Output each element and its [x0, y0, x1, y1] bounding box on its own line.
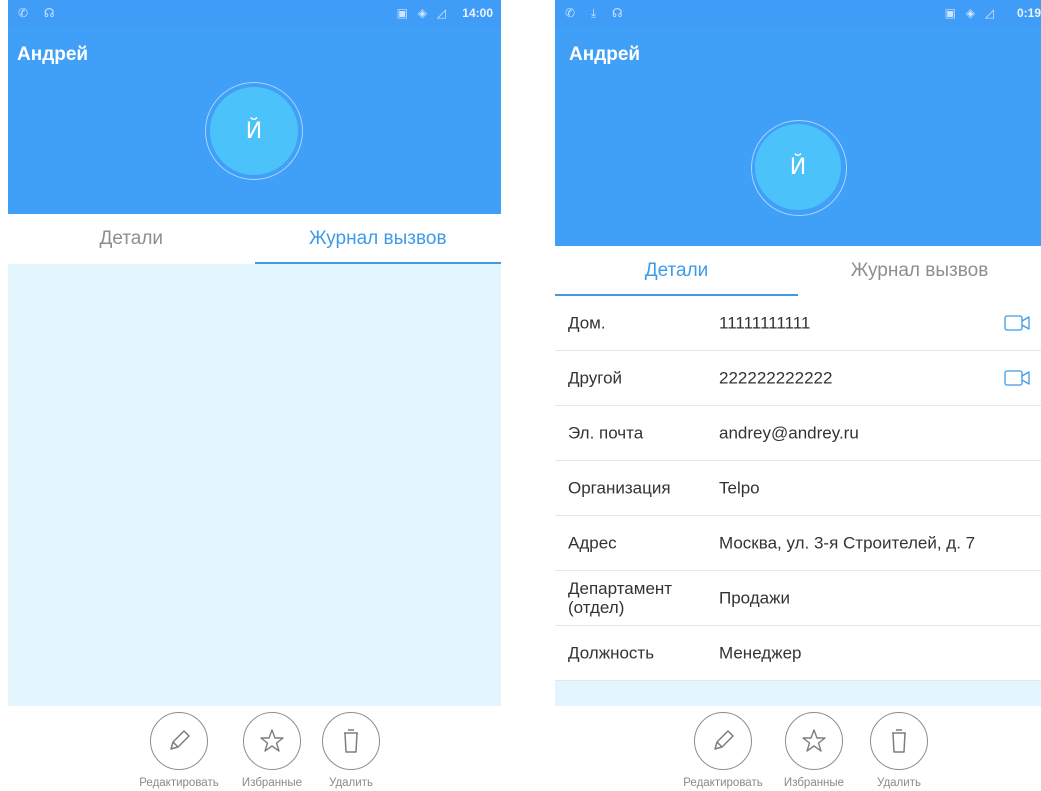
detail-value: Telpo [719, 478, 760, 498]
detail-value: Менеджер [719, 643, 802, 663]
detail-row-position[interactable]: Должность Менеджер [555, 626, 1041, 681]
status-time: 0:19 [1016, 6, 1041, 20]
edit-label: Редактировать [683, 777, 763, 789]
tab-details-label: Детали [99, 228, 164, 249]
detail-label: Эл. почта [568, 423, 644, 443]
detail-row-other[interactable]: Другой 222222222222 [555, 351, 1041, 406]
edit-button[interactable]: Редактировать [678, 706, 768, 789]
action-bar: Редактировать Избранные Удалить [8, 706, 501, 791]
favorite-label: Избранные [241, 777, 303, 789]
edit-label: Редактировать [139, 777, 219, 789]
contact-header: Андрей Й [8, 28, 501, 214]
detail-value: 11111111111 [719, 313, 811, 333]
tab-call-log-label: Журнал вызвов [308, 228, 447, 249]
tab-bar: Детали Журнал вызвов [555, 246, 1041, 296]
detail-label: Организация [568, 478, 671, 498]
detail-label: Должность [568, 643, 655, 663]
trash-icon [870, 712, 928, 770]
status-time: 14:00 [462, 6, 493, 20]
detail-value: Москва, ул. 3-я Строителей, д. 7 [719, 533, 976, 553]
tab-call-log[interactable]: Журнал вызвов [254, 214, 501, 264]
delete-label: Удалить [329, 777, 373, 789]
tab-call-log-label: Журнал вызвов [850, 260, 989, 281]
contact-screen-call-log: ✆ ☊ ▣ ◈ ◿ 14:00 Андрей Й Детали Журнал в… [8, 0, 501, 791]
favorite-button[interactable]: Избранные [227, 706, 317, 789]
status-system-icons: ▣ ◈ ◿ [944, 6, 997, 20]
details-list: Дом. 11111111111 Другой 222222222222 Эл.… [555, 296, 1041, 681]
tab-details[interactable]: Детали [8, 214, 255, 264]
contact-name: Андрей [569, 44, 641, 65]
contact-name: Андрей [17, 44, 89, 65]
call-log-list-empty [8, 264, 501, 706]
favorite-button[interactable]: Избранные [769, 706, 859, 789]
detail-label: Другой [568, 368, 623, 388]
pencil-icon [150, 712, 208, 770]
delete-label: Удалить [877, 777, 921, 789]
tab-details[interactable]: Детали [555, 246, 798, 296]
action-bar: Редактировать Избранные Удалить [555, 706, 1041, 791]
contact-screen-details: ✆ ⤓ ☊ ▣ ◈ ◿ 0:19 Андрей Й Детали Журнал … [555, 0, 1041, 791]
star-icon [785, 712, 843, 770]
contact-header: Андрей Й [555, 28, 1041, 246]
avatar: Й [210, 87, 298, 175]
detail-label: Дом. [568, 313, 606, 333]
avatar: Й [755, 124, 841, 210]
favorite-label: Избранные [783, 777, 845, 789]
detail-row-department[interactable]: Департамент (отдел) Продажи [555, 571, 1041, 626]
video-call-icon[interactable] [1004, 315, 1030, 331]
video-call-icon[interactable] [1004, 370, 1030, 386]
trash-icon [322, 712, 380, 770]
detail-value: Продажи [719, 588, 790, 608]
detail-row-address[interactable]: Адрес Москва, ул. 3-я Строителей, д. 7 [555, 516, 1041, 571]
tab-call-log[interactable]: Журнал вызвов [798, 246, 1041, 296]
edit-button[interactable]: Редактировать [134, 706, 224, 789]
tab-bar: Детали Журнал вызвов [8, 214, 501, 264]
pencil-icon [694, 712, 752, 770]
detail-value: andrey@andrey.ru [719, 423, 859, 443]
detail-label: Департамент (отдел) [568, 579, 673, 617]
status-notification-icons: ✆ ⤓ ☊ [565, 6, 629, 20]
detail-row-organization[interactable]: Организация Telpo [555, 461, 1041, 516]
status-system-icons: ▣ ◈ ◿ [396, 6, 449, 20]
star-icon [243, 712, 301, 770]
status-bar: ✆ ⤓ ☊ ▣ ◈ ◿ 0:19 [555, 0, 1041, 28]
detail-label: Адрес [568, 533, 617, 553]
delete-button[interactable]: Удалить [306, 706, 396, 789]
tab-details-label: Детали [644, 260, 709, 281]
status-bar: ✆ ☊ ▣ ◈ ◿ 14:00 [8, 0, 501, 28]
detail-value: 222222222222 [719, 368, 833, 388]
delete-button[interactable]: Удалить [854, 706, 944, 789]
detail-row-email[interactable]: Эл. почта andrey@andrey.ru [555, 406, 1041, 461]
status-notification-icons: ✆ ☊ [18, 6, 61, 20]
detail-row-home[interactable]: Дом. 11111111111 [555, 296, 1041, 351]
